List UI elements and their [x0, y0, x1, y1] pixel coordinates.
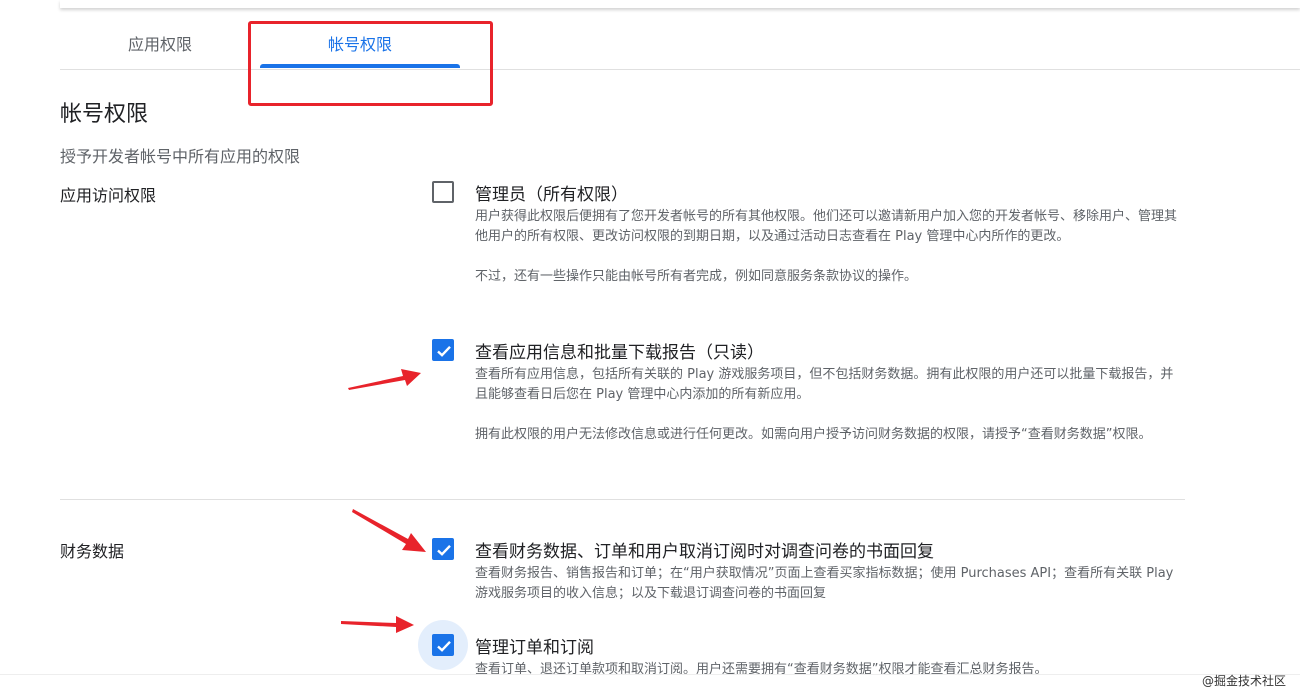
permission-title: 查看应用信息和批量下载报告（只读） [475, 343, 764, 363]
group-label-app-access: 应用访问权限 [60, 186, 157, 205]
description-paragraph: 拥有此权限的用户无法修改信息或进行任何更改。如需向用户授予访问财务数据的权限，请… [475, 427, 1152, 442]
tabs-divider [60, 69, 1300, 70]
view-app-info-checkbox[interactable] [432, 339, 454, 361]
permission-tabs: 应用权限 帐号权限 [60, 20, 1300, 70]
manage-orders-checkbox[interactable] [432, 634, 454, 656]
permission-title: 查看财务数据、订单和用户取消订阅时对调查问卷的书面回复 [475, 542, 934, 562]
permission-manage-orders: 管理订单和订阅 查看订单、退还订单款项和取消订阅。用户还需要拥有“查看财务数据”… [418, 620, 1190, 678]
permission-description: 查看所有应用信息，包括所有关联的 Play 游戏服务项目，但不包括财务数据。拥有… [475, 365, 1185, 445]
check-icon [437, 640, 451, 652]
group-label-financial: 财务数据 [60, 542, 125, 561]
view-financial-data-checkbox[interactable] [432, 538, 454, 560]
check-icon [437, 544, 451, 556]
admin-checkbox[interactable] [432, 181, 454, 203]
annotation-arrow-icon [348, 369, 421, 390]
page-root: 应用权限 帐号权限 帐号权限 授予开发者帐号中所有应用的权限 应用访问权限 管理… [0, 0, 1300, 699]
section-divider [60, 499, 1185, 500]
description-paragraph: 查看所有应用信息，包括所有关联的 Play 游戏服务项目，但不包括财务数据。拥有… [475, 367, 1174, 402]
permission-description: 用户获得此权限后便拥有了您开发者帐号的所有其他权限。他们还可以邀请新用户加入您的… [475, 207, 1185, 287]
check-icon [437, 345, 451, 357]
page-title: 帐号权限 [60, 102, 149, 127]
top-bar-shadow [60, 0, 1300, 8]
tab-app-permissions[interactable]: 应用权限 [60, 20, 260, 70]
bottom-strip [0, 674, 1300, 699]
watermark: @掘金技术社区 [1201, 674, 1286, 688]
description-paragraph: 用户获得此权限后便拥有了您开发者帐号的所有其他权限。他们还可以邀请新用户加入您的… [475, 209, 1178, 244]
permission-description: 查看财务报告、销售报告和订单；在“用户获取情况”页面上查看买家指标数据；使用 P… [475, 564, 1185, 604]
description-paragraph: 不过，还有一些操作只能由帐号所有者完成，例如同意服务条款协议的操作。 [475, 269, 918, 284]
permission-title: 管理员（所有权限） [475, 185, 628, 205]
permission-admin: 管理员（所有权限） 用户获得此权限后便拥有了您开发者帐号的所有其他权限。他们还可… [420, 180, 1190, 310]
page-subtitle: 授予开发者帐号中所有应用的权限 [60, 147, 301, 166]
annotation-arrow-icon [352, 509, 426, 552]
annotation-highlight-box [248, 21, 493, 106]
description-paragraph: 查看财务报告、销售报告和订单；在“用户获取情况”页面上查看买家指标数据；使用 P… [475, 566, 1174, 601]
annotation-arrow-icon [341, 616, 414, 633]
permission-title: 管理订单和订阅 [475, 638, 594, 658]
permission-view-app-info: 查看应用信息和批量下载报告（只读） 查看所有应用信息，包括所有关联的 Play … [420, 338, 1190, 468]
permission-view-financial-data: 查看财务数据、订单和用户取消订阅时对调查问卷的书面回复 查看财务报告、销售报告和… [420, 537, 1190, 607]
